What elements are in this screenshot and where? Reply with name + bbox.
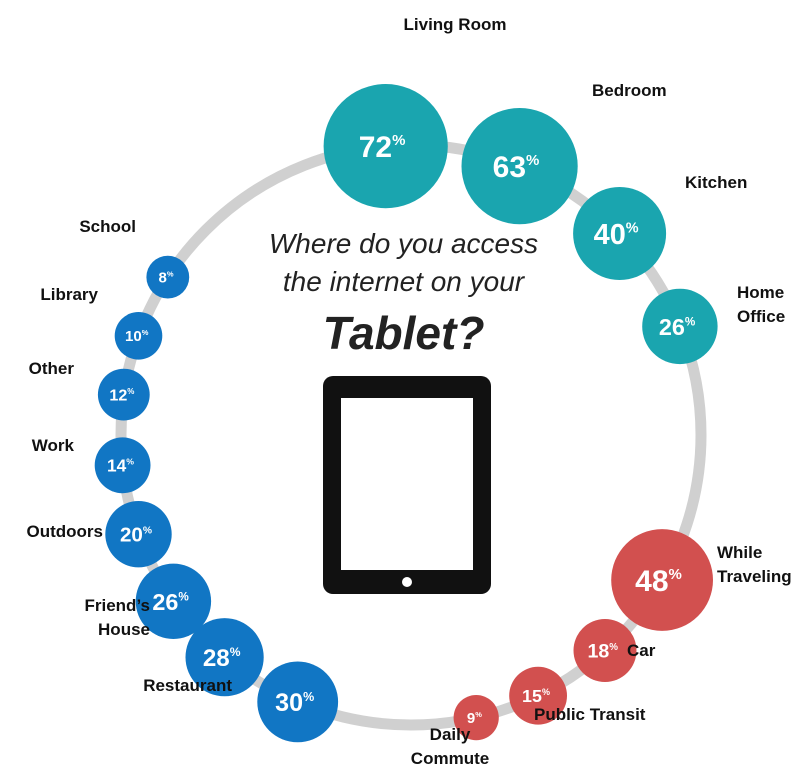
bubble-label: Work	[32, 436, 75, 455]
bubble-label: Bedroom	[592, 81, 667, 100]
bubble-ring-chart: 72%63%40%26%48%18%15%9%30%28%26%20%14%12…	[27, 15, 792, 768]
bubble-label: Living Room	[404, 15, 507, 34]
title-line-3: Tablet?	[322, 307, 485, 359]
bubble-label: Public Transit	[534, 705, 646, 724]
bubble-label: While Traveling	[717, 543, 792, 586]
bubble-label: Restaurant	[143, 676, 232, 695]
bubble-label: Other	[29, 359, 75, 378]
title-line-1: Where do you access	[268, 228, 539, 259]
infographic: 72% 63% 40% 26% 48% 18% 15% 9% 30% 28% 26% 20% 14% 12…	[0, 0, 807, 771]
bubble-label: Outdoors	[27, 522, 104, 541]
bubble-label: Car	[627, 641, 656, 660]
tablet-icon	[323, 376, 491, 594]
title-line-2: the internet on your	[282, 266, 525, 297]
bubble-label: Kitchen	[685, 173, 747, 192]
